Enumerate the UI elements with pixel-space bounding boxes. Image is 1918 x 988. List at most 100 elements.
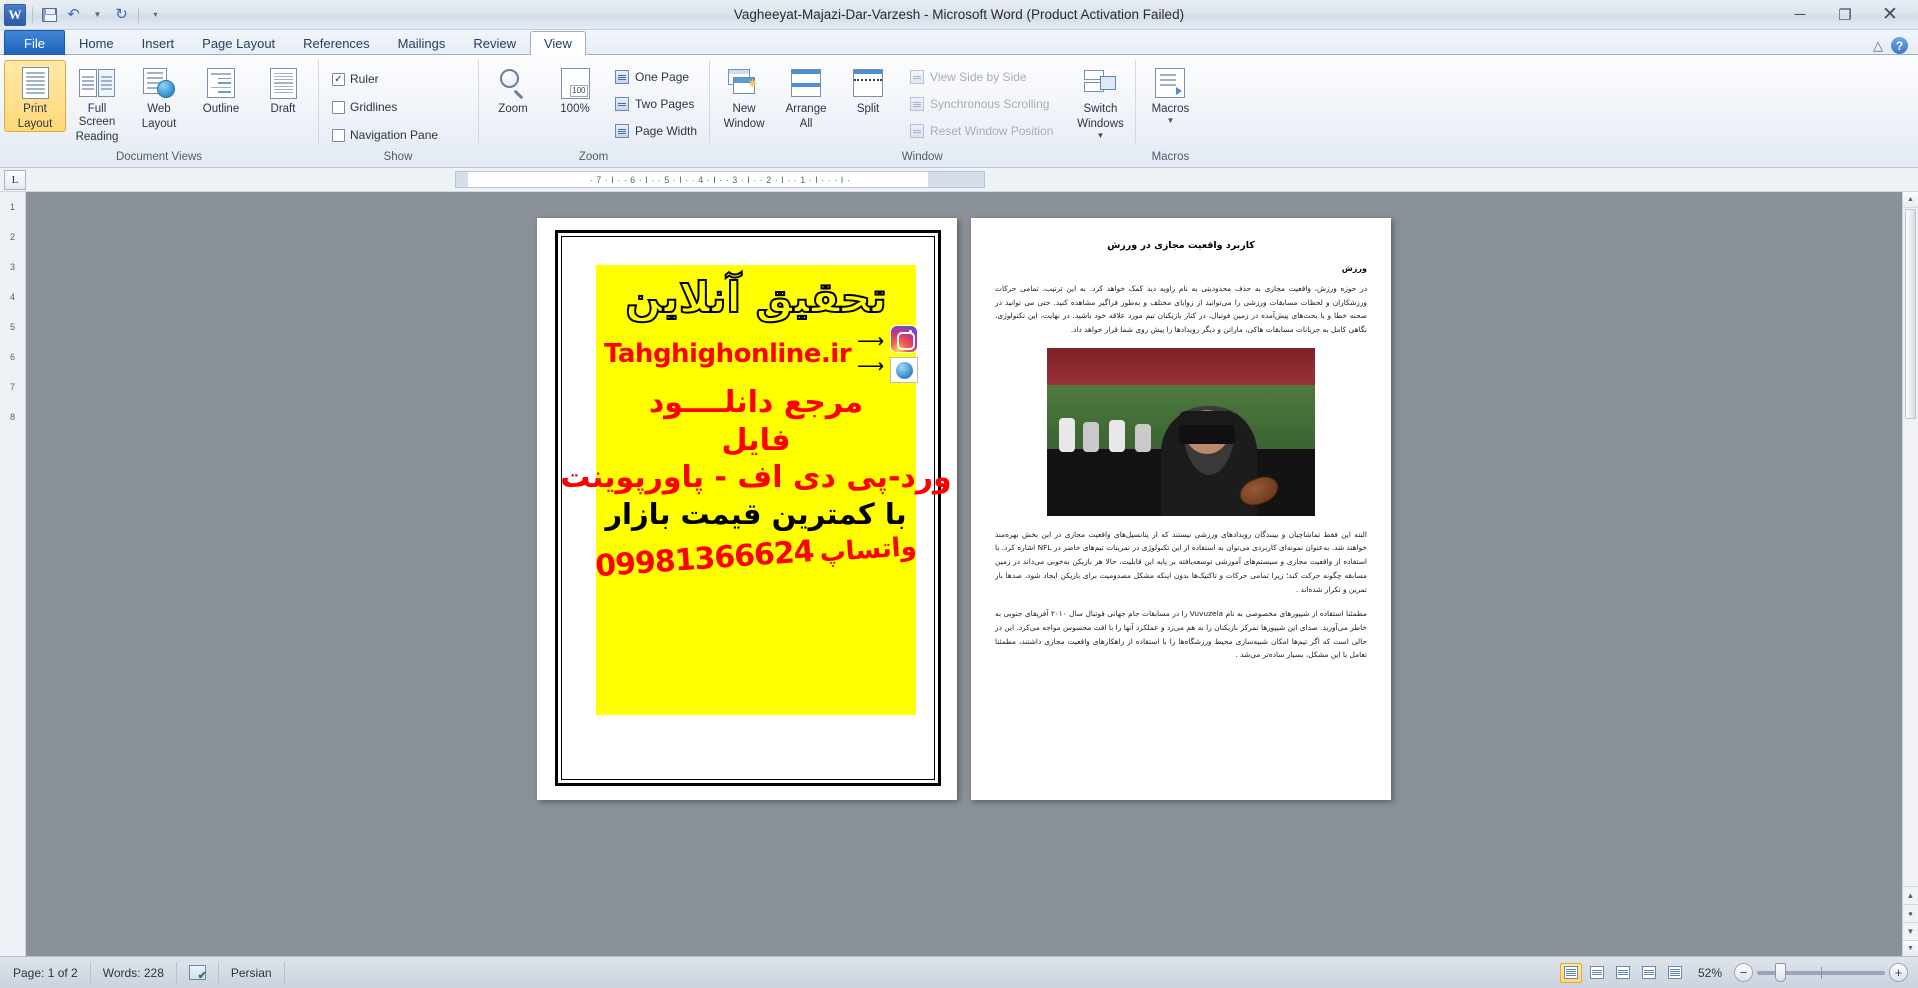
undo-dropdown-chevron-down-icon[interactable]: ▼ bbox=[87, 4, 108, 25]
document-text-body[interactable]: کاربرد واقعیت مجازی در ورزش ورزش در حوزه… bbox=[995, 240, 1367, 673]
ad-url[interactable]: Tahghighonline.ir bbox=[604, 339, 852, 369]
checkbox-navigation-pane[interactable]: Navigation Pane bbox=[328, 124, 442, 146]
button-label-line1: Print bbox=[23, 103, 47, 115]
new-window-icon: ✷ bbox=[728, 65, 760, 101]
status-proofing[interactable] bbox=[177, 961, 219, 984]
tab-references[interactable]: References bbox=[289, 31, 383, 55]
status-language[interactable]: Persian bbox=[219, 961, 285, 984]
next-page-button[interactable]: ▼ bbox=[1903, 922, 1918, 940]
document-page-1[interactable]: تحقیق آنلاین Tahghighonline.ir ⟶ ⟶ مرجع … bbox=[537, 218, 957, 800]
redo-icon[interactable]: ↻ bbox=[111, 4, 132, 25]
reset-window-position-button[interactable]: Reset Window Position bbox=[905, 120, 1057, 142]
chevron-down-icon[interactable]: ▼ bbox=[1096, 132, 1104, 140]
outline-view-button[interactable] bbox=[1638, 963, 1660, 983]
status-page-indicator[interactable]: Page: 1 of 2 bbox=[0, 961, 91, 984]
group-label: Macros bbox=[1151, 151, 1190, 163]
zoom-level-label[interactable]: 52% bbox=[1690, 966, 1730, 980]
zoom-out-button[interactable]: − bbox=[1734, 963, 1753, 982]
status-right-controls: 52% − + bbox=[1559, 962, 1918, 983]
tab-view[interactable]: View bbox=[529, 31, 586, 55]
chevron-down-icon[interactable]: ▼ bbox=[1166, 117, 1174, 125]
close-button[interactable]: ✕ bbox=[1868, 2, 1912, 28]
customize-qat-chevron-down-icon[interactable]: ▾ bbox=[145, 4, 166, 25]
vertical-ruler[interactable]: 1 2 3 4 5 6 7 8 bbox=[0, 192, 26, 956]
document-page-2[interactable]: کاربرد واقعیت مجازی در ورزش ورزش در حوزه… bbox=[971, 218, 1391, 800]
new-window-button[interactable]: ✷ New Window bbox=[713, 60, 775, 132]
quick-access-toolbar[interactable]: W ↶ ▼ ↻ ▾ bbox=[0, 3, 166, 26]
window-options-list: View Side by Side Synchronous Scrolling … bbox=[899, 60, 1063, 142]
tab-mailings[interactable]: Mailings bbox=[384, 31, 460, 55]
zoom-in-button[interactable]: + bbox=[1889, 963, 1908, 982]
tab-insert[interactable]: Insert bbox=[128, 31, 189, 55]
button-label-line1: Zoom bbox=[498, 103, 528, 115]
item-label: Two Pages bbox=[635, 97, 695, 111]
window-title: Vagheeyat-Majazi-Dar-Varzesh - Microsoft… bbox=[733, 7, 1185, 22]
horizontal-ruler[interactable]: · 7 · I · · 6 · I · · 5 · I · · 4 · I · … bbox=[455, 171, 985, 188]
print-layout-button[interactable]: Print Layout bbox=[4, 60, 66, 133]
zoom-100-button[interactable]: 100% bbox=[544, 60, 606, 132]
minimize-button[interactable]: ─ bbox=[1778, 2, 1822, 28]
help-icon[interactable]: ? bbox=[1891, 37, 1908, 54]
tab-home[interactable]: Home bbox=[65, 31, 128, 55]
zoom-slider-thumb[interactable] bbox=[1775, 962, 1786, 982]
status-word-count[interactable]: Words: 228 bbox=[91, 961, 177, 984]
view-side-by-side-button[interactable]: View Side by Side bbox=[905, 66, 1057, 88]
button-label-line1: Draft bbox=[270, 103, 296, 115]
two-pages-icon bbox=[614, 96, 630, 112]
checkbox-ruler[interactable]: ✓ Ruler bbox=[328, 68, 383, 90]
save-icon[interactable] bbox=[39, 4, 60, 25]
tab-file[interactable]: File bbox=[4, 30, 65, 55]
synchronous-scrolling-button[interactable]: Synchronous Scrolling bbox=[905, 93, 1057, 115]
word-logo-icon[interactable]: W bbox=[4, 3, 26, 26]
checkbox-icon bbox=[332, 128, 345, 142]
restore-button[interactable]: ❐ bbox=[1823, 2, 1867, 28]
outline-button[interactable]: Outline bbox=[190, 60, 252, 132]
group-body: Print Layout Full Screen Reading Web Lay… bbox=[4, 58, 314, 147]
instagram-icon[interactable] bbox=[890, 325, 919, 354]
vertical-scrollbar[interactable]: ▲ ▲ ● ▼ ▼ bbox=[1902, 192, 1918, 956]
one-page-button[interactable]: One Page bbox=[610, 66, 701, 88]
ribbon-tabs-right: △ ? bbox=[1873, 37, 1918, 54]
tab-stop-selector[interactable]: L bbox=[4, 169, 26, 190]
draft-button[interactable]: Draft bbox=[252, 60, 314, 132]
group-label: Window bbox=[901, 151, 943, 163]
two-pages-button[interactable]: Two Pages bbox=[610, 93, 701, 115]
tab-page-layout[interactable]: Page Layout bbox=[188, 31, 289, 55]
checkbox-gridlines[interactable]: Gridlines bbox=[328, 96, 401, 118]
ribbon-group-macros: Macros ▼ Macros bbox=[1135, 55, 1205, 167]
group-label: Document Views bbox=[115, 151, 203, 163]
ribbon-tabs: File Home Insert Page Layout References … bbox=[0, 30, 1918, 55]
zoom-button[interactable]: Zoom bbox=[482, 60, 544, 132]
group-body: Macros ▼ bbox=[1139, 58, 1201, 147]
full-screen-reading-view-button[interactable] bbox=[1586, 963, 1608, 983]
full-screen-reading-button[interactable]: Full Screen Reading bbox=[66, 60, 128, 146]
arrow-left-icon: ⟶ bbox=[857, 356, 885, 378]
title-bar: W ↶ ▼ ↻ ▾ Vagheeyat-Majazi-Dar-Varzesh -… bbox=[0, 0, 1918, 30]
scrollbar-track[interactable] bbox=[1903, 420, 1918, 886]
scrollbar-thumb[interactable] bbox=[1905, 209, 1916, 419]
web-layout-button[interactable]: Web Layout bbox=[128, 60, 190, 132]
zoom-slider[interactable] bbox=[1757, 962, 1885, 982]
previous-page-button[interactable]: ▲ bbox=[1903, 886, 1918, 904]
print-layout-view-button[interactable] bbox=[1559, 962, 1582, 983]
button-label-line1: Switch bbox=[1083, 103, 1118, 115]
select-browse-object-button[interactable]: ● bbox=[1903, 904, 1918, 922]
web-layout-view-button[interactable] bbox=[1612, 963, 1634, 983]
scroll-down-button[interactable]: ▼ bbox=[1903, 940, 1918, 956]
document-image[interactable] bbox=[1047, 347, 1315, 516]
macros-button[interactable]: Macros ▼ bbox=[1139, 60, 1201, 132]
split-button[interactable]: Split bbox=[837, 60, 899, 132]
ribbon-group-document-views: Print Layout Full Screen Reading Web Lay… bbox=[0, 55, 318, 167]
group-body: ✓ Ruler Gridlines Navigation Pane bbox=[322, 58, 474, 147]
minimize-ribbon-icon[interactable]: △ bbox=[1873, 38, 1883, 54]
tab-review[interactable]: Review bbox=[459, 31, 530, 55]
group-body: Zoom 100% One Page Two Pages Page Width bbox=[482, 58, 705, 147]
switch-windows-button[interactable]: Switch Windows ▼ bbox=[1069, 60, 1131, 141]
draft-view-button[interactable] bbox=[1664, 963, 1686, 983]
undo-icon[interactable]: ↶ bbox=[63, 4, 84, 25]
reset-window-icon bbox=[909, 123, 925, 139]
scroll-up-button[interactable]: ▲ bbox=[1903, 192, 1918, 208]
page-width-button[interactable]: Page Width bbox=[610, 120, 701, 142]
arrange-all-button[interactable]: Arrange All bbox=[775, 60, 837, 132]
telegram-icon[interactable] bbox=[890, 357, 919, 384]
